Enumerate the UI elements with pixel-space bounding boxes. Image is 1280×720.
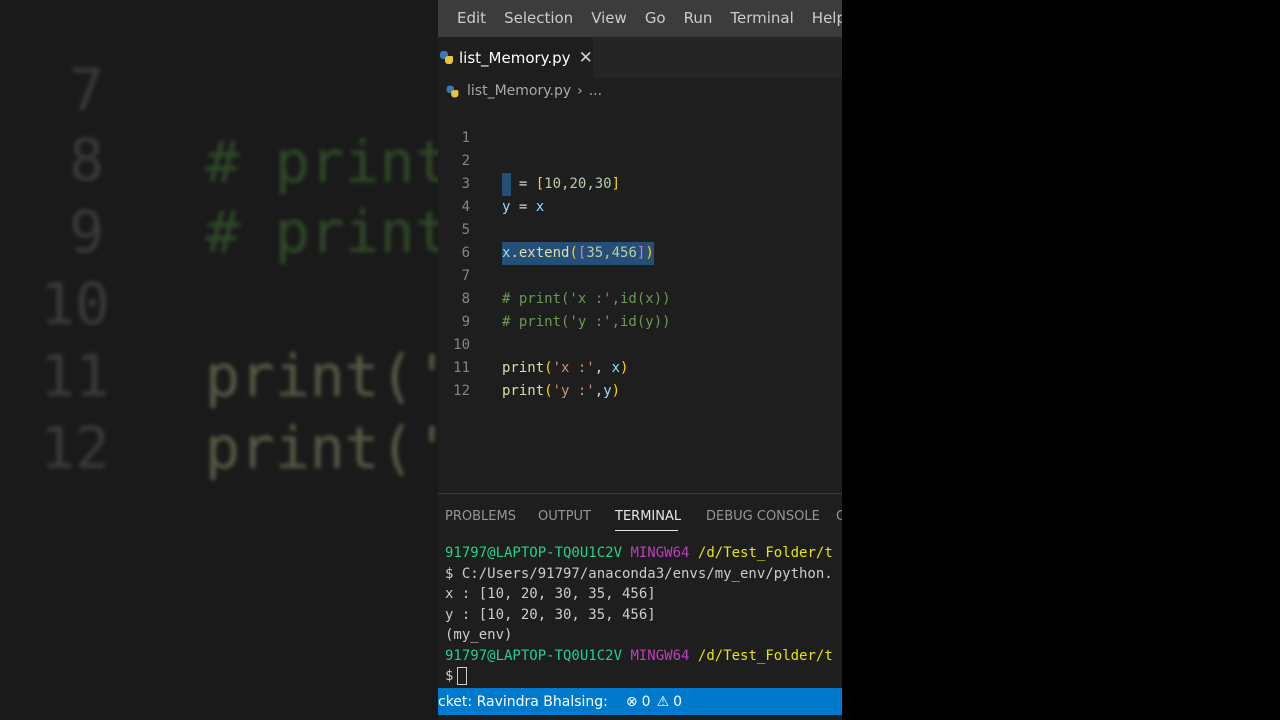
python-icon [440, 51, 453, 64]
token-bracket: ) [611, 383, 621, 399]
token-bracket: ( [544, 383, 553, 399]
code-editor[interactable]: 1 2 x = [10,20,30] 3 y = x 4 5 x.extend(… [438, 104, 842, 492]
error-icon: ⊗ [625, 693, 638, 710]
token-string: 'y :' [552, 383, 595, 399]
bg-line: 9 [0, 124, 438, 266]
terminal-output-line: x : [10, 20, 30, 35, 456] [445, 586, 656, 602]
menu-view[interactable]: View [582, 0, 636, 37]
prompt-path: /d/Test_Folder/t [697, 545, 833, 561]
bg-line: 8 # print( [0, 52, 438, 266]
code-line: 10 print('x :', x) [438, 311, 842, 376]
code-line: 2 x = [10,20,30] [438, 127, 842, 192]
menu-run[interactable]: Run [675, 0, 722, 37]
code-line: 12 [438, 357, 842, 399]
status-live-share[interactable]: cket: Ravindra Bhalsing: [438, 694, 608, 710]
status-bar: cket: Ravindra Bhalsing: ⊗ 0 ⚠ 0 [438, 688, 842, 715]
code-line: 9 [438, 288, 842, 330]
menu-selection[interactable]: Selection [495, 0, 582, 37]
close-icon[interactable]: ✕ [579, 48, 593, 68]
code-line: 4 [438, 173, 842, 215]
breadcrumb-more[interactable]: ... [589, 83, 602, 99]
prompt-path: /d/Test_Folder/t [697, 648, 833, 664]
bg-line: 10 print('x [0, 196, 438, 410]
menu-bar: Edit Selection View Go Run Terminal Help [438, 0, 842, 37]
status-problems[interactable]: ⊗ 0 ⚠ 0 [626, 694, 682, 710]
token-op: , [594, 383, 604, 399]
prompt-shell: MINGW64 [630, 648, 690, 664]
right-black-area [842, 0, 1280, 720]
editor-tab-bar: list_Memory.py ✕ [438, 37, 842, 78]
terminal-prompt: 91797@LAPTOP-TQ0U1C2V MINGW64 /d/Test_Fo… [445, 543, 833, 563]
error-count: 0 [641, 693, 651, 710]
menu-help[interactable]: Help [803, 0, 842, 37]
code-line: 7 # print('x :',id(x)) [438, 242, 842, 307]
breadcrumb: list_Memory.py › ... [438, 78, 842, 104]
menu-terminal[interactable]: Terminal [721, 0, 802, 37]
line-number: 12 [453, 383, 470, 399]
tab-problems[interactable]: PROBLEMS [445, 494, 516, 540]
warning-icon: ⚠ [656, 693, 670, 710]
tab-terminal[interactable]: TERMINAL [615, 494, 681, 540]
terminal-cursor [457, 667, 468, 685]
token-var: y [603, 383, 612, 399]
window-bottom-edge [438, 715, 842, 720]
bg-line: 12 [0, 340, 438, 482]
chevron-right-icon: › [577, 83, 583, 99]
vscode-window: Edit Selection View Go Run Terminal Help… [438, 0, 842, 720]
terminal-output-line: y : [10, 20, 30, 35, 456] [445, 607, 656, 623]
prompt-user: 91797@LAPTOP-TQ0U1C2V [445, 545, 623, 561]
code-line: 1 [438, 104, 842, 146]
prompt-shell: MINGW64 [630, 545, 690, 561]
bg-line: 7 # print( [0, 0, 438, 196]
tab-output[interactable]: OUTPUT [538, 494, 591, 540]
breadcrumb-file[interactable]: list_Memory.py [467, 83, 571, 99]
active-tab-indicator [615, 530, 678, 531]
menu-edit[interactable]: Edit [438, 0, 495, 37]
bg-line-code: print('y [205, 414, 438, 482]
code-line: 5 x.extend([35,456]) [438, 196, 842, 265]
terminal-env: (my_env) [445, 627, 513, 643]
tab-debug-console[interactable]: DEBUG CONSOLE [706, 494, 820, 540]
warning-count: 0 [673, 693, 683, 710]
prompt-dollar: $ [445, 668, 454, 684]
terminal-input-line: $ [445, 666, 468, 686]
zoomed-background: 7 # print( 8 # print( 9 10 print('x 11 p… [0, 0, 438, 720]
tab-comments[interactable]: C [836, 494, 842, 540]
python-icon [446, 85, 459, 97]
selection-highlight [502, 173, 511, 196]
tab-label: list_Memory.py [459, 48, 571, 67]
panel-tab-bar: PROBLEMS OUTPUT TERMINAL DEBUG CONSOLE C [438, 493, 842, 540]
code-text: print('y :',y) [502, 380, 620, 403]
code-line: 3 y = x [438, 150, 842, 215]
terminal-prompt: 91797@LAPTOP-TQ0U1C2V MINGW64 /d/Test_Fo… [445, 646, 833, 666]
code-line: 6 [438, 219, 842, 261]
menu-go[interactable]: Go [636, 0, 675, 37]
code-line: 11 print('y :',y) [438, 334, 842, 399]
terminal-command: $ C:/Users/91797/anaconda3/envs/my_env/p… [445, 566, 833, 582]
tab-list-memory[interactable]: list_Memory.py ✕ [438, 37, 593, 78]
bg-line-number: 12 [40, 414, 110, 482]
code-line: 8 # print('y :',id(y)) [438, 265, 842, 330]
token-function: print [502, 383, 545, 399]
bg-line: 11 print('y [0, 268, 438, 482]
prompt-user: 91797@LAPTOP-TQ0U1C2V [445, 648, 623, 664]
terminal-output[interactable]: 91797@LAPTOP-TQ0U1C2V MINGW64 /d/Test_Fo… [438, 543, 842, 688]
